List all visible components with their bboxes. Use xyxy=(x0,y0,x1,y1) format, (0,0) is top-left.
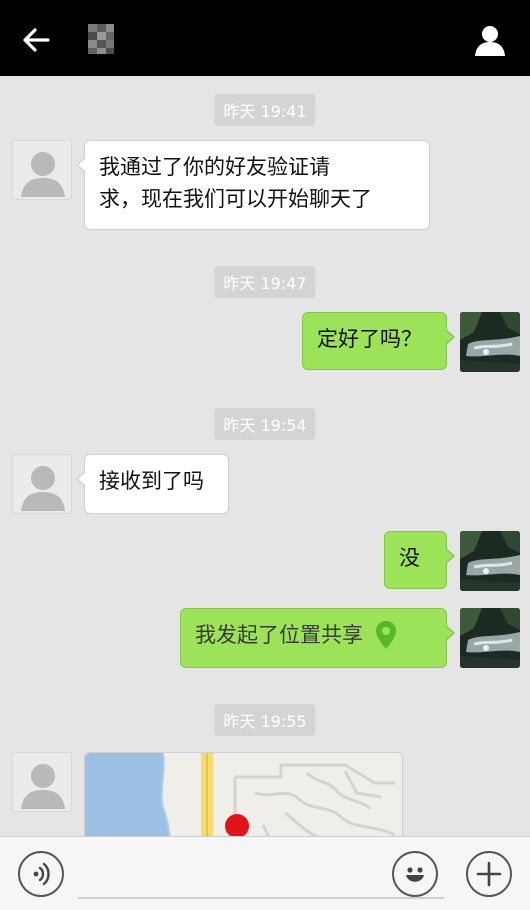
message-bubble-outgoing[interactable]: 定好了吗？ xyxy=(302,312,455,370)
timestamp: 昨天 19:47 xyxy=(214,266,316,298)
message-input[interactable] xyxy=(78,849,444,899)
message-text-line: 求，现在我们可以开始聊天了 xyxy=(99,187,372,211)
location-map-bubble[interactable] xyxy=(84,752,403,836)
message-text: 我发起了位置共享 xyxy=(195,623,363,647)
arrow-left-icon xyxy=(23,28,50,52)
contact-avatar[interactable] xyxy=(12,752,72,812)
my-avatar[interactable] xyxy=(460,312,520,372)
location-share-bubble[interactable]: 我发起了位置共享 xyxy=(180,608,455,668)
timestamp: 昨天 19:54 xyxy=(214,408,316,440)
contact-avatar[interactable] xyxy=(12,140,72,200)
voice-icon xyxy=(33,862,50,886)
contact-name-avatar xyxy=(88,24,114,54)
emoji-button[interactable] xyxy=(392,851,438,897)
my-avatar[interactable] xyxy=(460,608,520,668)
message-bubble-outgoing[interactable]: 没 xyxy=(384,531,455,589)
timestamp: 昨天 19:55 xyxy=(214,704,316,736)
contact-avatar[interactable] xyxy=(12,454,72,514)
message-text-line: 我通过了你的好友验证请 xyxy=(99,155,330,179)
default-avatar-icon xyxy=(21,466,65,511)
message-bubble-incoming[interactable]: 我通过了你的好友验证请 求，现在我们可以开始聊天了 xyxy=(76,140,430,230)
message-list[interactable]: 昨天 19:41 我通过了你的好友验证请 求，现在我们可以开始聊天了 昨天 19… xyxy=(0,76,530,836)
message-text: 定好了吗？ xyxy=(317,327,422,351)
chat-info-button[interactable] xyxy=(470,20,510,60)
my-avatar[interactable] xyxy=(460,531,520,591)
default-avatar-icon xyxy=(21,152,65,197)
default-avatar-icon xyxy=(21,764,65,809)
title-bar xyxy=(0,0,530,76)
map-thumbnail xyxy=(85,753,402,836)
timestamp: 昨天 19:41 xyxy=(214,94,316,126)
message-text: 接收到了吗 xyxy=(99,469,204,493)
input-bar xyxy=(0,836,530,910)
person-icon xyxy=(475,26,505,56)
smiley-icon xyxy=(406,867,424,882)
more-button[interactable] xyxy=(466,851,512,897)
voice-button[interactable] xyxy=(18,851,64,897)
message-bubble-incoming[interactable]: 接收到了吗 xyxy=(76,454,229,514)
message-text: 没 xyxy=(399,546,420,570)
back-button[interactable] xyxy=(14,20,58,60)
location-pin-icon xyxy=(376,621,396,649)
plus-icon xyxy=(476,861,502,887)
